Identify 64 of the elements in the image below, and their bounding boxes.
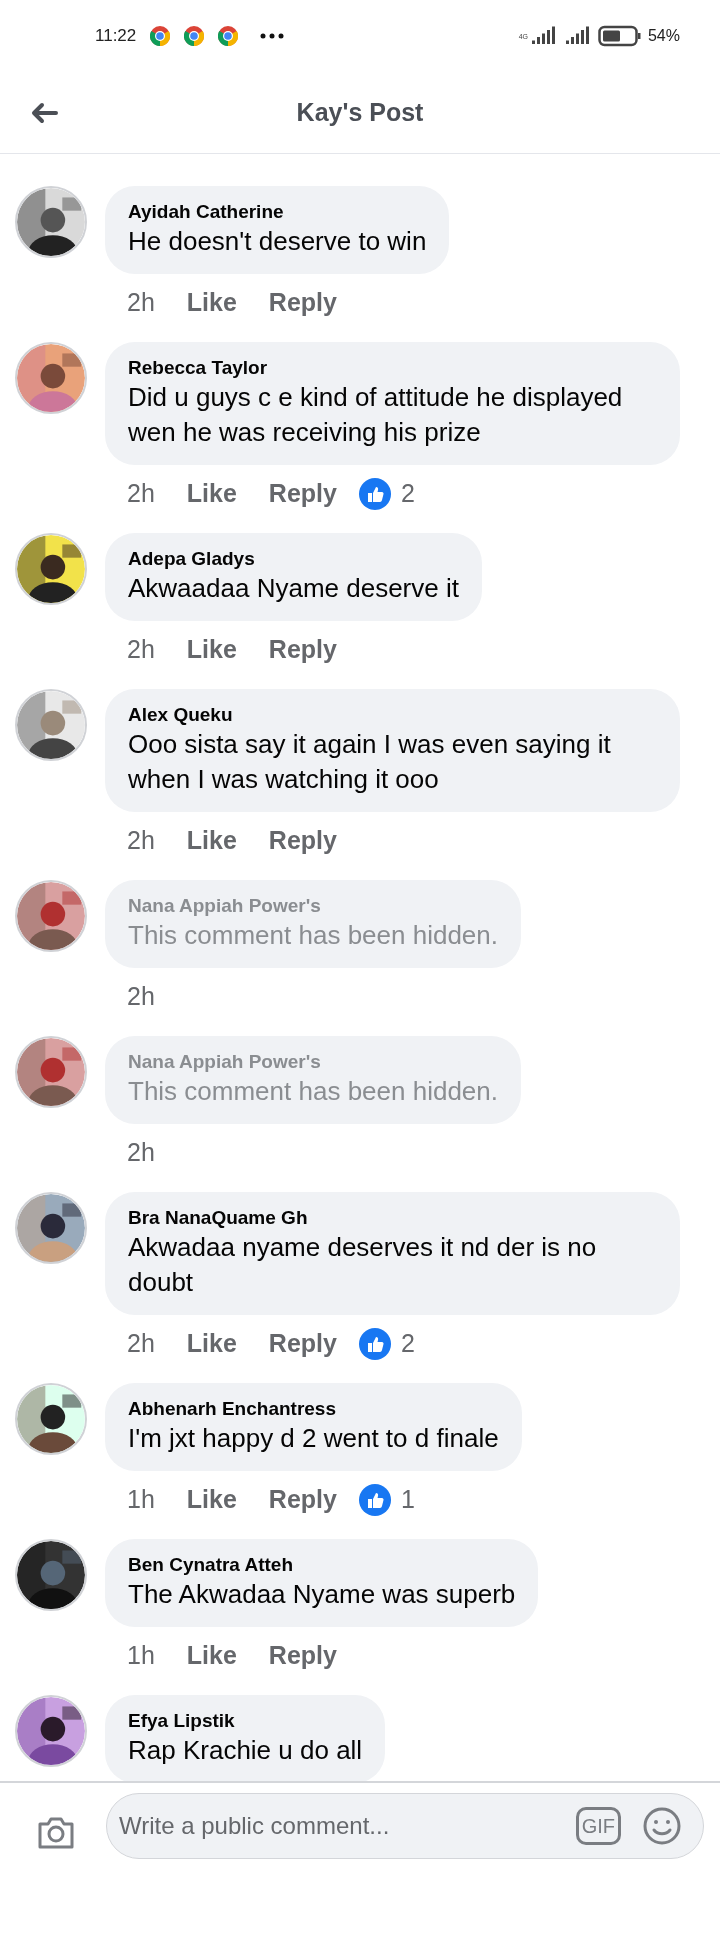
- reply-link[interactable]: Reply: [268, 1636, 337, 1675]
- comment-text: This comment has been hidden.: [128, 1075, 498, 1108]
- reply-link[interactable]: Reply: [268, 1480, 337, 1519]
- reply-link[interactable]: Reply: [268, 1324, 337, 1363]
- comment-text: I'm jxt happy d 2 went to d finale: [128, 1422, 499, 1455]
- page-title: Kay's Post: [296, 96, 424, 128]
- like-link[interactable]: Like: [186, 283, 237, 322]
- comment-input-field[interactable]: Write a public comment... GIF: [106, 1793, 704, 1859]
- status-time: 11:22: [95, 25, 137, 48]
- like-reaction-icon: [358, 477, 391, 510]
- commenter-name[interactable]: Efya Lipstik: [128, 1709, 363, 1733]
- comment-text: Did u guys c e kind of attitude he displayed wen he was receiving his prize: [128, 381, 624, 449]
- like-reaction-icon: [358, 1483, 391, 1516]
- like-link[interactable]: Like: [186, 474, 237, 513]
- reply-link[interactable]: Reply: [268, 474, 337, 513]
- comment-time: 1h: [127, 1483, 155, 1515]
- commenter-name[interactable]: Alex Queku: [128, 703, 657, 727]
- signal-icon: [529, 26, 556, 46]
- signal-icon: [563, 26, 590, 46]
- commenter-name[interactable]: Adepa Gladys: [128, 547, 459, 571]
- comment-time: 2h: [127, 633, 155, 665]
- comment-text: This comment has been hidden.: [128, 919, 498, 952]
- emoji-icon[interactable]: [643, 1807, 681, 1845]
- like-link[interactable]: Like: [186, 1480, 237, 1519]
- back-arrow-icon[interactable]: [30, 101, 58, 124]
- comment-time: 1h: [127, 1639, 155, 1671]
- comment-text: Rap Krachie u do all: [128, 1734, 363, 1767]
- comment-text: The Akwadaa Nyame was superb: [128, 1578, 516, 1611]
- comment-text: Akwaadaa Nyame deserve it: [128, 572, 459, 605]
- reply-link[interactable]: Reply: [268, 630, 337, 669]
- comment-text: He doesn't deserve to win: [128, 225, 427, 258]
- commenter-name[interactable]: Nana Appiah Power's: [128, 894, 498, 918]
- reaction-count: 2: [400, 1327, 415, 1359]
- reply-link[interactable]: Reply: [268, 821, 337, 860]
- comment-time: 2h: [127, 1136, 155, 1168]
- reaction-count: 1: [400, 1483, 415, 1515]
- comment-time: 2h: [127, 286, 155, 318]
- reply-link[interactable]: Reply: [268, 283, 337, 322]
- comment-time: 2h: [127, 1327, 155, 1359]
- commenter-name[interactable]: Ben Cynatra Atteh: [128, 1553, 516, 1577]
- commenter-name[interactable]: Bra NanaQuame Gh: [128, 1206, 657, 1230]
- more-icon: [260, 33, 285, 39]
- camera-icon[interactable]: [36, 1815, 76, 1851]
- commenter-name[interactable]: Abhenarh Enchantress: [128, 1397, 499, 1421]
- like-link[interactable]: Like: [186, 1636, 237, 1675]
- like-reaction-icon: [358, 1327, 391, 1360]
- like-link[interactable]: Like: [186, 821, 237, 860]
- like-link[interactable]: Like: [186, 1324, 237, 1363]
- comment-time: 2h: [127, 980, 155, 1012]
- comment-time: 2h: [127, 477, 155, 509]
- commenter-name[interactable]: Nana Appiah Power's: [128, 1050, 498, 1074]
- comment-text: Ooo sista say it again I was even saying it when I was watching it ooo: [128, 728, 612, 796]
- battery-percent: 54%: [647, 26, 680, 46]
- commenter-name[interactable]: Ayidah Catherine: [128, 200, 427, 224]
- browser-icon: [184, 26, 205, 46]
- browser-icon: [218, 26, 239, 46]
- comment-text: Akwadaa nyame deserves it nd der is no doubt: [128, 1231, 598, 1299]
- commenter-name[interactable]: Rebecca Taylor: [128, 356, 657, 380]
- gif-button[interactable]: GIF: [575, 1807, 621, 1845]
- battery-icon: [597, 25, 642, 47]
- browser-icon: [150, 26, 171, 46]
- comment-time: 2h: [127, 824, 155, 856]
- like-link[interactable]: Like: [186, 630, 237, 669]
- reaction-count: 2: [400, 477, 415, 509]
